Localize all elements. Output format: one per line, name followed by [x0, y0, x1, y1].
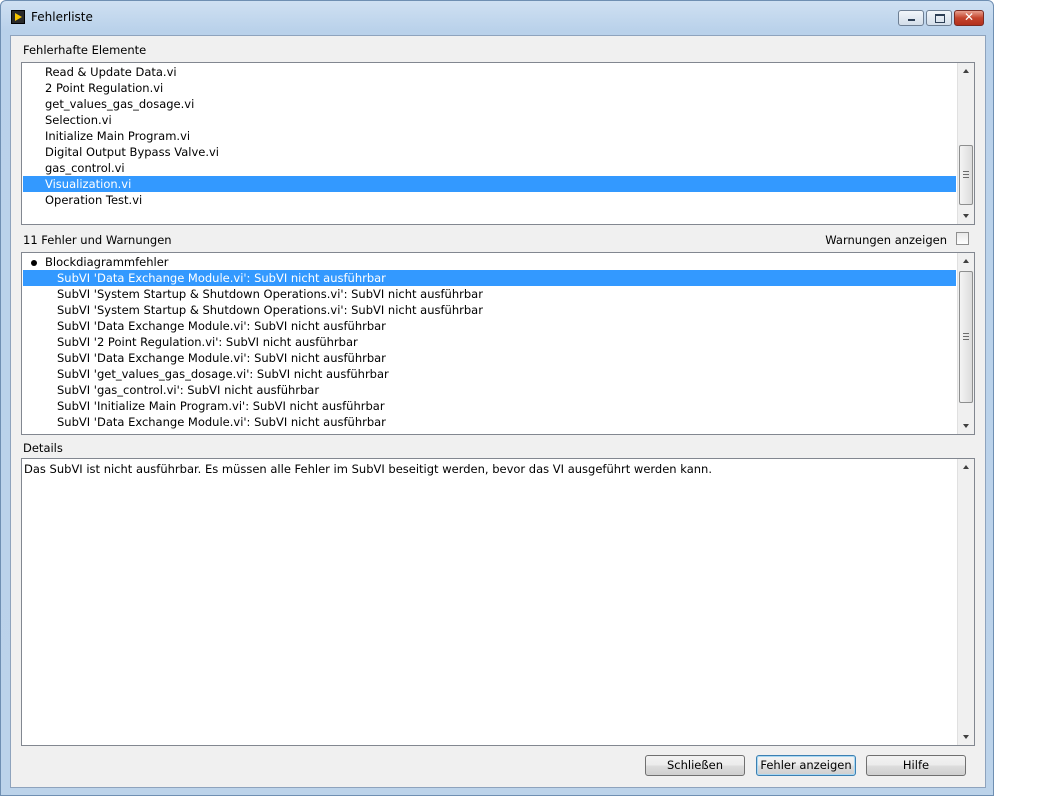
help-button[interactable]: Hilfe — [866, 755, 966, 776]
details-scrollbar[interactable] — [957, 459, 974, 745]
scroll-down-arrow-icon[interactable] — [958, 208, 974, 224]
error-list-item-label: SubVI 'Data Exchange Module.vi': SubVI n… — [57, 271, 386, 285]
element-list-item[interactable]: gas_control.vi — [23, 160, 956, 176]
errors-count-label: 11 Fehler und Warnungen — [23, 233, 172, 247]
error-list-item[interactable]: SubVI 'Data Exchange Module.vi': SubVI n… — [23, 318, 956, 334]
dialog-client-area: Fehlerhafte Elemente Read & Update Data.… — [10, 35, 986, 788]
scroll-up-arrow-icon[interactable] — [958, 63, 974, 79]
dialog-window: Fehlerliste ✕ Fehlerhafte Elemente Read … — [0, 0, 994, 796]
elements-scrollbar[interactable] — [957, 63, 974, 224]
show-error-button[interactable]: Fehler anzeigen — [756, 755, 856, 776]
error-list-item[interactable]: SubVI 'System Startup & Shutdown Operati… — [23, 286, 956, 302]
scroll-up-arrow-icon[interactable] — [958, 459, 974, 475]
element-list-item[interactable]: Selection.vi — [23, 112, 956, 128]
error-list-item[interactable]: SubVI 'System Startup & Shutdown Operati… — [23, 302, 956, 318]
error-list-item-label: SubVI 'System Startup & Shutdown Operati… — [57, 287, 483, 301]
title-bar[interactable]: Fehlerliste ✕ — [1, 1, 993, 35]
element-list-item[interactable]: 2 Point Regulation.vi — [23, 80, 956, 96]
elements-section-label: Fehlerhafte Elemente — [23, 43, 147, 57]
elements-listbox[interactable]: Read & Update Data.vi 2 Point Regulation.… — [21, 62, 975, 225]
scroll-up-arrow-icon[interactable] — [958, 253, 974, 269]
element-list-item-label: 2 Point Regulation.vi — [45, 81, 164, 95]
error-list-item-label: SubVI 'get_values_gas_dosage.vi': SubVI … — [57, 367, 389, 381]
maximize-button[interactable] — [926, 10, 952, 26]
labview-app-icon — [11, 10, 25, 24]
error-list-item[interactable]: SubVI 'gas_control.vi': SubVI nicht ausf… — [23, 382, 956, 398]
details-text: Das SubVI ist nicht ausführbar. Es müsse… — [24, 462, 712, 476]
element-list-item-label: Operation Test.vi — [45, 193, 143, 207]
element-list-item[interactable]: Initialize Main Program.vi — [23, 128, 956, 144]
element-list-item[interactable]: Operation Test.vi — [23, 192, 956, 208]
grip-icon — [963, 333, 969, 340]
error-list-item[interactable]: SubVI 'Initialize Main Program.vi': SubV… — [23, 398, 956, 414]
minimize-button[interactable] — [898, 10, 924, 26]
element-list-item-label: Initialize Main Program.vi — [45, 129, 191, 143]
element-list-item-label: get_values_gas_dosage.vi — [45, 97, 195, 111]
element-list-item-label: gas_control.vi — [45, 161, 125, 175]
element-list-item-label: Visualization.vi — [45, 177, 132, 191]
error-list-item-label: SubVI 'Data Exchange Module.vi': SubVI n… — [57, 351, 386, 365]
error-group-header[interactable]: Blockdiagrammfehler — [23, 254, 956, 270]
grip-icon — [963, 171, 969, 178]
element-list-item-label: Read & Update Data.vi — [45, 65, 177, 79]
scroll-down-arrow-icon[interactable] — [958, 418, 974, 434]
error-list-item-label: SubVI 'Data Exchange Module.vi': SubVI n… — [57, 415, 386, 429]
errors-listbox[interactable]: Blockdiagrammfehler SubVI 'Data Exchange… — [21, 252, 975, 435]
error-list-item-label: SubVI 'System Startup & Shutdown Operati… — [57, 303, 483, 317]
element-list-item-label: Selection.vi — [45, 113, 112, 127]
close-icon: ✕ — [963, 10, 975, 24]
element-list-item-label: Digital Output Bypass Valve.vi — [45, 145, 219, 159]
bullet-icon — [31, 260, 37, 266]
error-list-item-label: SubVI 'Data Exchange Module.vi': SubVI n… — [57, 319, 386, 333]
error-list-item[interactable]: SubVI '2 Point Regulation.vi': SubVI nic… — [23, 334, 956, 350]
close-window-button[interactable]: ✕ — [954, 10, 984, 26]
error-group-label: Blockdiagrammfehler — [45, 255, 169, 269]
window-title: Fehlerliste — [31, 10, 93, 24]
show-warnings-label: Warnungen anzeigen — [825, 233, 947, 247]
error-list-item[interactable]: SubVI 'Data Exchange Module.vi': SubVI n… — [23, 270, 956, 286]
scroll-thumb[interactable] — [959, 271, 973, 403]
error-list-item-label: SubVI '2 Point Regulation.vi': SubVI nic… — [57, 335, 358, 349]
show-warnings-checkbox[interactable] — [956, 232, 969, 245]
details-label: Details — [23, 441, 63, 455]
element-list-item[interactable]: Read & Update Data.vi — [23, 64, 956, 80]
error-list-item[interactable]: SubVI 'get_values_gas_dosage.vi': SubVI … — [23, 366, 956, 382]
scroll-thumb[interactable] — [959, 145, 973, 205]
scroll-down-arrow-icon[interactable] — [958, 729, 974, 745]
error-list-item[interactable]: SubVI 'Data Exchange Module.vi': SubVI n… — [23, 350, 956, 366]
details-textbox[interactable]: Das SubVI ist nicht ausführbar. Es müsse… — [21, 458, 975, 746]
element-list-item[interactable]: Visualization.vi — [23, 176, 956, 192]
error-list-item[interactable]: SubVI 'Data Exchange Module.vi': SubVI n… — [23, 414, 956, 430]
close-button[interactable]: Schließen — [645, 755, 745, 776]
element-list-item[interactable]: Digital Output Bypass Valve.vi — [23, 144, 956, 160]
errors-scrollbar[interactable] — [957, 253, 974, 434]
element-list-item[interactable]: get_values_gas_dosage.vi — [23, 96, 956, 112]
error-list-item-label: SubVI 'gas_control.vi': SubVI nicht ausf… — [57, 383, 320, 397]
error-list-item-label: SubVI 'Initialize Main Program.vi': SubV… — [57, 399, 385, 413]
